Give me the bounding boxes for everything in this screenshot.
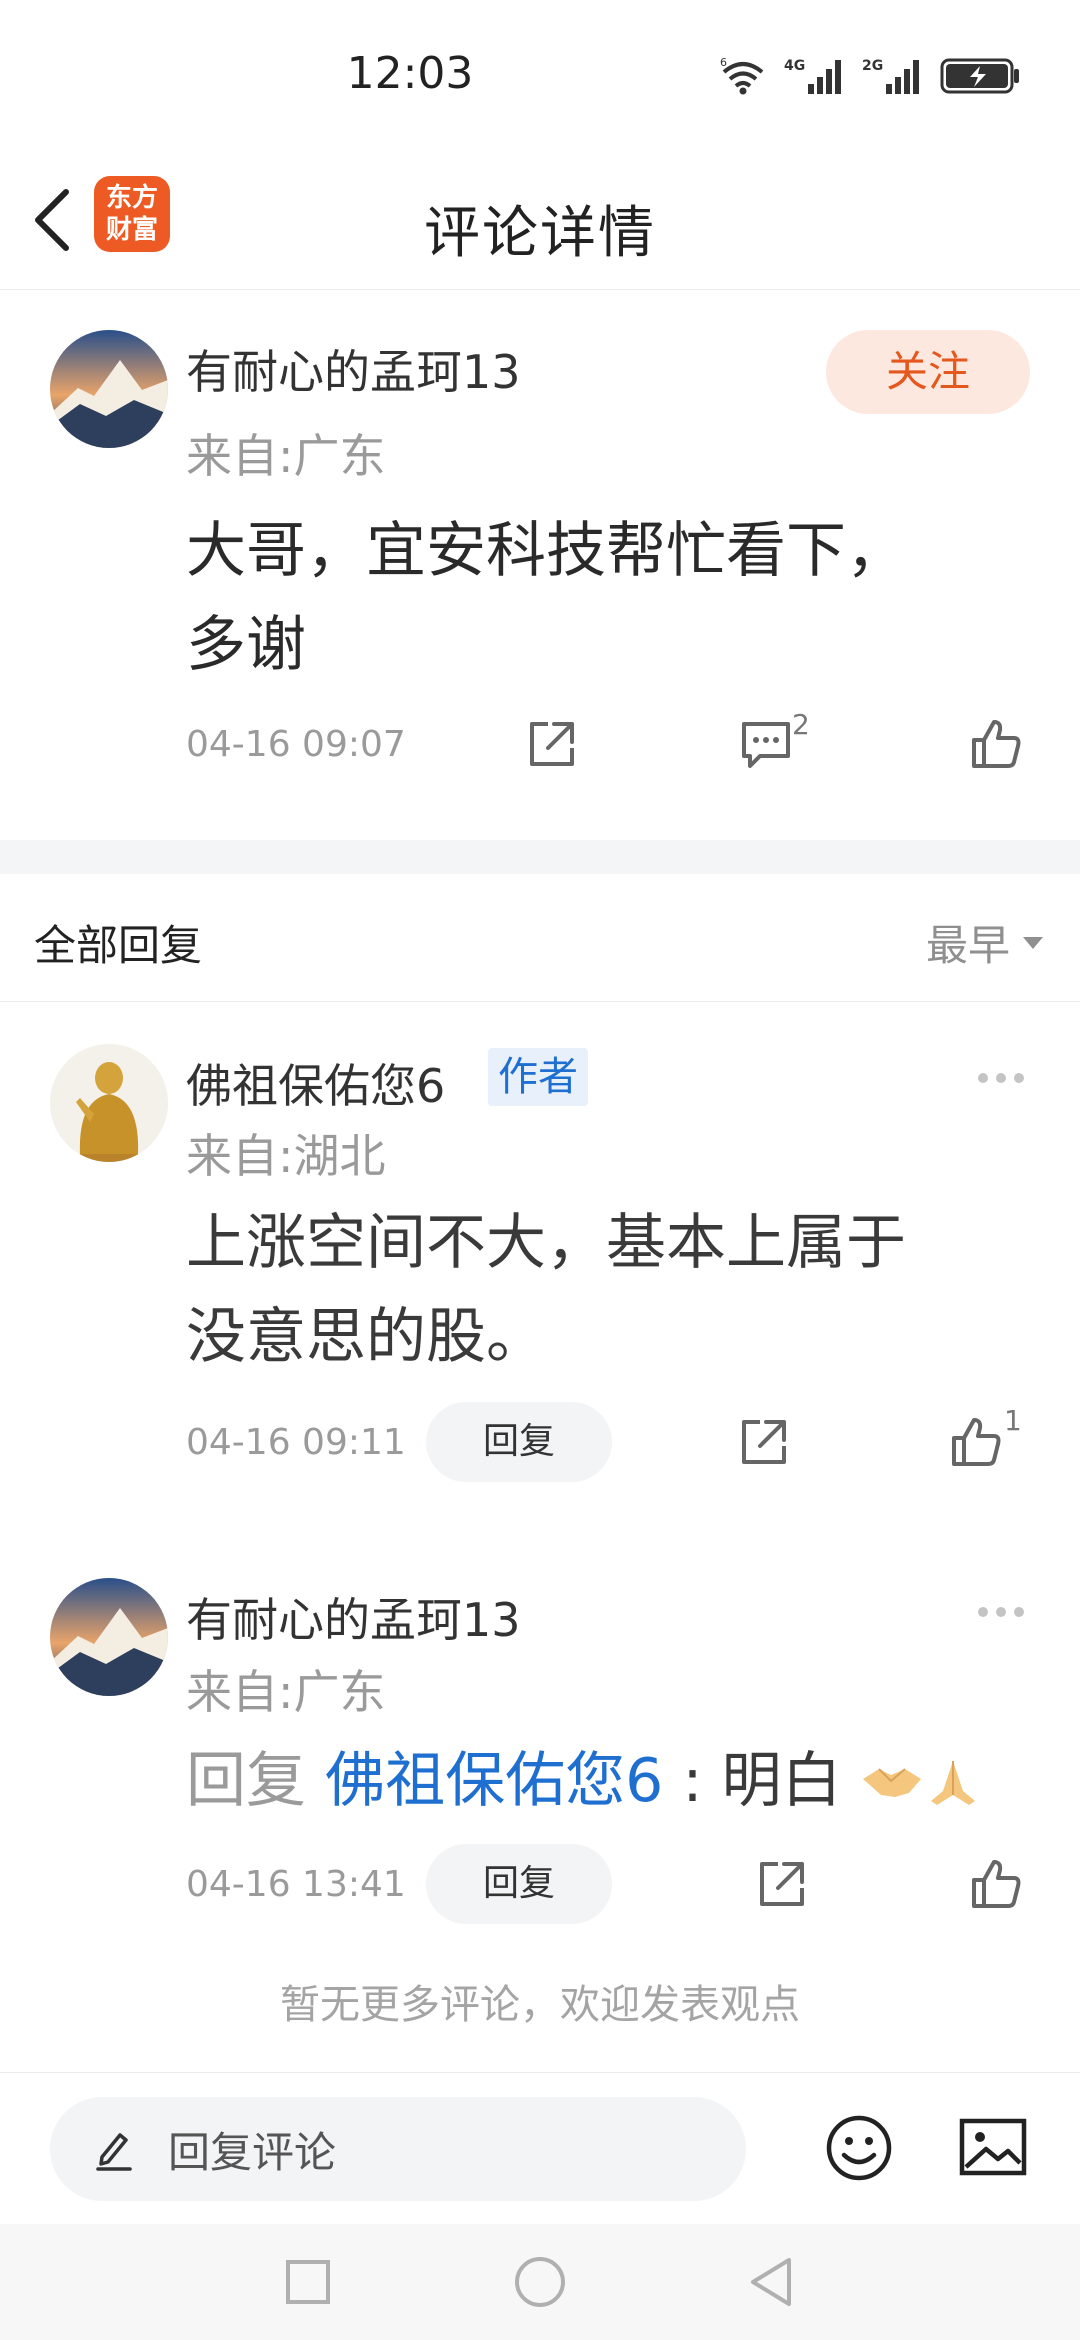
more-options-button[interactable] xyxy=(966,1058,1036,1098)
image-icon xyxy=(959,2118,1027,2176)
home-button[interactable] xyxy=(512,2254,568,2310)
signal-4g-icon: 4G xyxy=(784,56,844,100)
mountain-avatar-image xyxy=(50,330,168,448)
reply-input-placeholder: 回复评论 xyxy=(168,2127,337,2177)
reply-button[interactable]: 回复 xyxy=(426,1844,612,1924)
share-icon xyxy=(530,722,574,766)
caret-down-icon xyxy=(1023,936,1043,949)
thumbs-up-icon xyxy=(972,720,1021,768)
comment-bubble-icon xyxy=(742,722,790,768)
reply-timestamp: 04-16 13:41 xyxy=(186,1864,406,1905)
avatar[interactable] xyxy=(50,330,168,448)
more-dot-icon xyxy=(1014,1073,1024,1083)
reply-body: : 明白 xyxy=(663,1746,842,1816)
more-dot-icon xyxy=(1014,1607,1024,1617)
avatar[interactable] xyxy=(50,1578,168,1696)
square-icon xyxy=(286,2260,330,2304)
no-more-comments-note: 暂无更多评论，欢迎发表观点 xyxy=(280,1982,800,2028)
comment-username[interactable]: 有耐心的孟珂13 xyxy=(186,336,521,402)
comment-text-line: 大哥，宜安科技帮忙看下， xyxy=(186,516,906,586)
reply-input[interactable]: 回复评论 xyxy=(50,2097,746,2201)
like-button[interactable] xyxy=(964,1852,1028,1916)
sort-label: 最早 xyxy=(925,921,1010,970)
buddha-avatar-image xyxy=(50,1044,168,1162)
more-options-button[interactable] xyxy=(966,1592,1036,1632)
signal-4g-label: 4G xyxy=(784,58,805,74)
comment-text: 大哥，宜安科技帮忙看下， 多谢 xyxy=(186,504,906,692)
share-button[interactable] xyxy=(520,712,584,776)
header: 东方 财富 评论详情 xyxy=(0,150,1080,290)
signal-2g-label: 2G xyxy=(862,58,883,74)
more-dot-icon xyxy=(996,1073,1006,1083)
section-divider xyxy=(0,840,1080,874)
share-button[interactable] xyxy=(732,1410,796,1474)
reply-region: 来自:广东 xyxy=(186,1665,386,1719)
reply-button[interactable]: 回复 xyxy=(426,1402,612,1482)
comment-timestamp: 04-16 09:07 xyxy=(186,724,406,765)
status-bar: 12:03 6 4G 2G xyxy=(0,0,1080,150)
system-back-button[interactable] xyxy=(742,2254,798,2310)
sort-dropdown[interactable]: 最早 xyxy=(926,912,1046,973)
replies-title: 全部回复 xyxy=(34,921,203,970)
reply-text-line: 没意思的股。 xyxy=(186,1302,546,1372)
comment-text-line: 多谢 xyxy=(186,610,306,680)
smiley-icon xyxy=(826,2115,892,2181)
pencil-icon xyxy=(96,2133,132,2171)
reply-target-link[interactable]: 佛祖保佑您6 xyxy=(325,1746,663,1816)
reply-prefix: 回复 xyxy=(186,1746,326,1816)
like-count: 1 xyxy=(1004,1404,1022,1437)
share-icon xyxy=(760,1862,804,1906)
reply-text-line: 上涨空间不大，基本上属于 xyxy=(186,1208,906,1278)
more-dot-icon xyxy=(978,1073,988,1083)
battery-icon xyxy=(940,56,1022,100)
replies-header: 全部回复 最早 xyxy=(0,874,1080,1002)
page-title: 评论详情 xyxy=(424,201,656,266)
comment-button[interactable] xyxy=(734,712,798,776)
thumbs-up-icon xyxy=(972,1860,1021,1908)
circle-icon xyxy=(515,2257,565,2307)
status-icons: 6 4G 2G xyxy=(720,56,1022,100)
reply-timestamp: 04-16 09:11 xyxy=(186,1422,406,1463)
share-icon xyxy=(742,1420,786,1464)
more-dot-icon xyxy=(996,1607,1006,1617)
signal-2g-icon: 2G xyxy=(862,56,922,100)
wifi-icon: 6 xyxy=(720,56,766,100)
avatar[interactable] xyxy=(50,1044,168,1162)
reply-text: 回复 佛祖保佑您6 : 明白 xyxy=(186,1734,985,1828)
emoji-button[interactable] xyxy=(824,2113,894,2183)
reply-username[interactable]: 佛祖保佑您6 xyxy=(186,1050,445,1116)
triangle-back-icon xyxy=(751,2258,791,2306)
reply-input-bar: 回复评论 xyxy=(0,2072,1080,2224)
system-nav-bar xyxy=(0,2224,1080,2340)
comment-count: 2 xyxy=(792,708,810,741)
wifi-generation-label: 6 xyxy=(720,56,727,69)
like-button[interactable] xyxy=(964,712,1028,776)
reply-username[interactable]: 有耐心的孟珂13 xyxy=(186,1584,521,1650)
follow-button[interactable]: 关注 xyxy=(826,330,1030,414)
comment-region: 来自:广东 xyxy=(186,429,386,483)
reply-region: 来自:湖北 xyxy=(186,1129,386,1183)
reply-text: 上涨空间不大，基本上属于 没意思的股。 xyxy=(186,1196,906,1384)
more-dot-icon xyxy=(978,1607,988,1617)
author-badge: 作者 xyxy=(488,1048,588,1106)
mountain-avatar-image xyxy=(50,1578,168,1696)
status-time: 12:03 xyxy=(346,48,474,99)
thumbs-up-icon xyxy=(952,1418,1001,1466)
like-button[interactable] xyxy=(944,1410,1008,1474)
recents-button[interactable] xyxy=(280,2254,336,2310)
handshake-emoji-icon xyxy=(862,1768,921,1797)
share-button[interactable] xyxy=(750,1852,814,1916)
praying-hands-emoji-icon xyxy=(930,1761,975,1805)
image-button[interactable] xyxy=(958,2115,1028,2179)
